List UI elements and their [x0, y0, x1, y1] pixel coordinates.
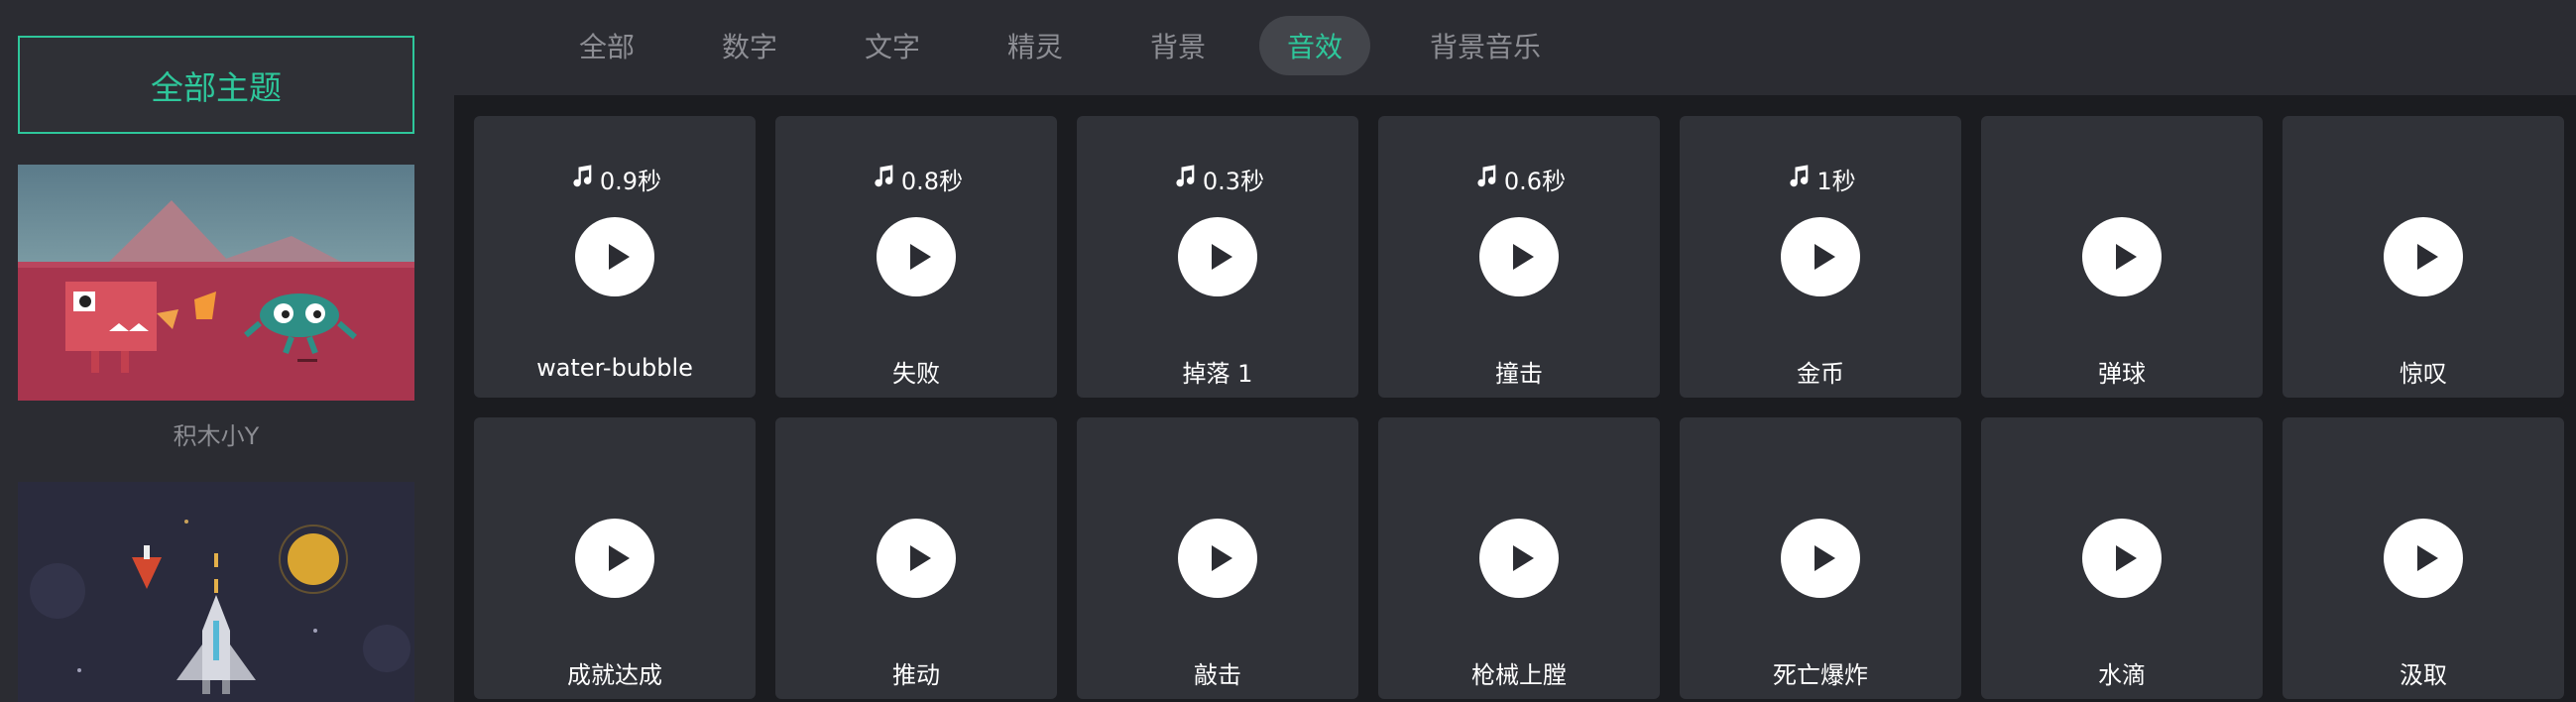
sound-name: 金币	[1797, 360, 1844, 388]
tab-all[interactable]: 全部	[551, 16, 662, 75]
sound-card[interactable]: 敲击	[1077, 417, 1358, 699]
tab-sprites[interactable]: 精灵	[980, 16, 1091, 75]
sound-card[interactable]: 枪械上膛	[1378, 417, 1660, 699]
theme-sidebar: 全部主题 积木小Y	[0, 0, 454, 702]
play-button[interactable]	[1781, 217, 1860, 296]
play-icon	[2411, 542, 2441, 574]
play-button[interactable]	[575, 519, 654, 598]
play-button[interactable]	[2384, 519, 2463, 598]
music-note-icon	[1171, 163, 1199, 196]
play-icon	[2110, 241, 2140, 273]
sound-card[interactable]: 成就达成	[474, 417, 756, 699]
sound-name: 掉落 1	[1182, 360, 1253, 388]
play-icon	[1809, 542, 1838, 574]
play-button[interactable]	[1479, 519, 1559, 598]
sound-name: 弹球	[2098, 360, 2146, 388]
sound-name: 水滴	[2098, 661, 2146, 689]
sound-card[interactable]: 死亡爆炸	[1680, 417, 1961, 699]
play-icon	[1809, 241, 1838, 273]
tab-background-music[interactable]: 背景音乐	[1402, 16, 1569, 75]
all-themes-button[interactable]: 全部主题	[18, 36, 414, 134]
play-icon	[2110, 542, 2140, 574]
sound-card[interactable]: 0.8秒失败	[775, 116, 1057, 398]
tab-sound-effects[interactable]: 音效	[1259, 16, 1371, 75]
tab-numbers[interactable]: 数字	[694, 16, 805, 75]
theme-thumbnail-blocks	[18, 165, 414, 401]
sound-card[interactable]: 0.6秒撞击	[1378, 116, 1660, 398]
play-icon	[904, 241, 934, 273]
play-button[interactable]	[2082, 519, 2162, 598]
sound-card[interactable]: 0.3秒掉落 1	[1077, 116, 1358, 398]
tab-backgrounds[interactable]: 背景	[1122, 16, 1233, 75]
play-button[interactable]	[1781, 519, 1860, 598]
sound-duration-text: 0.6秒	[1503, 168, 1567, 195]
sound-name: 成就达成	[567, 661, 662, 689]
sound-card[interactable]: 推动	[775, 417, 1057, 699]
sound-duration: 1秒	[1680, 162, 1961, 196]
sound-card[interactable]: 汲取	[2283, 417, 2564, 699]
sound-duration: 0.6秒	[1378, 162, 1660, 196]
sound-name: water-bubble	[536, 354, 693, 382]
sound-grid: 0.9秒 water-bubble 0.8秒 失败 0.3秒 掉落 1 0.6秒 撞击 1秒 金币…	[454, 95, 2576, 702]
sound-name: 推动	[892, 661, 940, 689]
sound-name: 枪械上膛	[1471, 661, 1567, 689]
sound-name: 敲击	[1194, 661, 1241, 689]
play-button[interactable]	[877, 519, 956, 598]
play-icon	[1507, 241, 1537, 273]
play-icon	[2411, 241, 2441, 273]
sound-name: 死亡爆炸	[1773, 661, 1868, 689]
play-icon	[1206, 542, 1235, 574]
sound-card[interactable]: 弹球	[1981, 116, 2263, 398]
tab-text[interactable]: 文字	[837, 16, 948, 75]
play-button[interactable]	[575, 217, 654, 296]
music-note-icon	[1785, 163, 1813, 196]
music-note-icon	[568, 163, 596, 196]
sound-duration: 0.9秒	[474, 162, 756, 196]
sound-duration-text: 0.3秒	[1202, 168, 1265, 195]
theme-thumbnail-space	[18, 482, 414, 702]
sound-duration: 0.3秒	[1077, 162, 1358, 196]
play-icon	[904, 542, 934, 574]
sound-duration-text: 0.9秒	[599, 168, 662, 195]
music-note-icon	[1472, 163, 1500, 196]
sound-name: 失败	[892, 360, 940, 388]
play-icon	[603, 241, 633, 273]
sound-card[interactable]: 水滴	[1981, 417, 2263, 699]
category-tabs: 全部 数字 文字 精灵 背景 音效 背景音乐	[454, 0, 2576, 95]
play-icon	[1507, 542, 1537, 574]
play-button[interactable]	[2082, 217, 2162, 296]
sound-name: 汲取	[2400, 661, 2447, 689]
music-note-icon	[870, 163, 897, 196]
play-icon	[603, 542, 633, 574]
play-icon	[1206, 241, 1235, 273]
sound-duration-text: 1秒	[1816, 168, 1856, 195]
sound-card[interactable]: 惊叹	[2283, 116, 2564, 398]
play-button[interactable]	[877, 217, 956, 296]
sound-name: 撞击	[1495, 360, 1543, 388]
play-button[interactable]	[1178, 519, 1257, 598]
play-button[interactable]	[1479, 217, 1559, 296]
sound-duration-text: 0.8秒	[900, 168, 964, 195]
play-button[interactable]	[2384, 217, 2463, 296]
sound-duration: 0.8秒	[775, 162, 1057, 196]
sound-card[interactable]: 1秒金币	[1680, 116, 1961, 398]
sound-card[interactable]: 0.9秒 water-bubble	[474, 116, 756, 398]
sound-name: 惊叹	[2400, 360, 2447, 388]
play-button[interactable]	[1178, 217, 1257, 296]
theme-label: 积木小Y	[173, 422, 260, 450]
